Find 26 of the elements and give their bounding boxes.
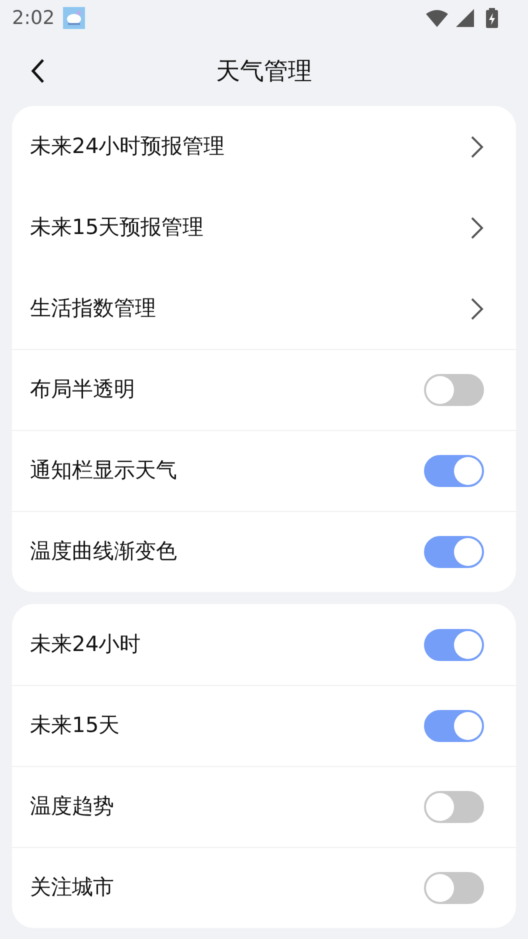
setting-label: 未来15天 — [30, 712, 120, 740]
setting-label: 温度趋势 — [30, 793, 114, 820]
toggle-switch[interactable] — [424, 628, 484, 660]
settings-link-row[interactable]: 生活指数管理 — [12, 268, 516, 349]
settings-link-row[interactable]: 未来24小时预报管理 — [12, 106, 516, 187]
page-title: 天气管理 — [216, 56, 312, 87]
settings-link-row[interactable]: 未来15天预报管理 — [12, 187, 516, 268]
setting-label: 未来24小时 — [30, 630, 141, 658]
setting-label: 布局半透明 — [30, 376, 135, 404]
toggle-switch[interactable] — [424, 710, 484, 742]
signal-icon — [456, 9, 474, 27]
setting-label: 通知栏显示天气 — [30, 457, 177, 484]
battery-icon — [486, 8, 498, 28]
status-time: 2:02 — [12, 6, 55, 31]
setting-label: 关注城市 — [30, 874, 114, 902]
toggle-switch[interactable] — [424, 791, 484, 823]
setting-label: 温度曲线渐变色 — [30, 538, 177, 566]
app-notification-icon — [62, 7, 85, 29]
toggle-switch[interactable] — [424, 536, 484, 568]
toggle-switch[interactable] — [424, 374, 484, 406]
toggle-switch[interactable] — [424, 455, 484, 487]
chevron-right-icon — [470, 296, 484, 320]
wifi-icon — [426, 9, 448, 27]
chevron-right-icon — [470, 216, 484, 240]
chevron-right-icon — [470, 134, 484, 158]
toggle-switch[interactable] — [424, 872, 484, 904]
